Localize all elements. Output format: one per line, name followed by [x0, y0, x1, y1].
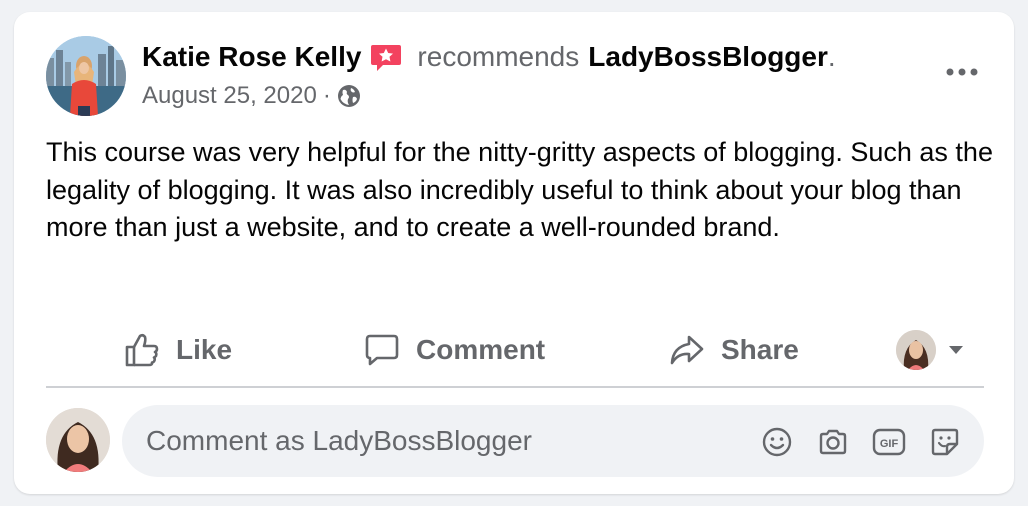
more-options-button[interactable]: [940, 50, 984, 94]
author-name[interactable]: Katie Rose Kelly: [142, 40, 361, 74]
comment-composer: GIF: [122, 405, 984, 477]
more-dots-icon: [946, 68, 978, 76]
gif-icon[interactable]: GIF: [872, 425, 906, 459]
comment-label: Comment: [416, 334, 546, 365]
share-label: Share: [721, 334, 799, 365]
sticker-icon[interactable]: [928, 425, 962, 459]
comment-button[interactable]: Comment: [364, 322, 545, 378]
globe-icon: [337, 84, 361, 108]
emoji-icon[interactable]: [760, 425, 794, 459]
selector-avatar: [896, 330, 936, 370]
svg-text:GIF: GIF: [880, 438, 899, 450]
author-avatar[interactable]: [46, 36, 126, 116]
meta-separator: ·: [322, 82, 331, 109]
header-text: Katie Rose Kelly recommends LadyBossBlog…: [142, 40, 924, 110]
trailing-period: .: [827, 41, 836, 72]
share-button[interactable]: Share: [669, 322, 799, 378]
camera-icon[interactable]: [816, 425, 850, 459]
post-card: Katie Rose Kelly recommends LadyBossBlog…: [14, 12, 1014, 494]
action-bar: Like Comment Share: [46, 322, 984, 378]
recommends-text: recommends: [417, 41, 580, 72]
share-arrow-icon: [670, 335, 704, 365]
thumbs-up-icon: [125, 333, 159, 367]
post-as-selector[interactable]: [896, 322, 980, 378]
commenter-avatar[interactable]: [46, 408, 110, 472]
chevron-down-icon: [949, 346, 963, 354]
page-name-link[interactable]: LadyBossBlogger: [588, 40, 828, 74]
divider: [46, 386, 984, 388]
post-meta: August 25, 2020 ·: [142, 82, 924, 110]
post-text: This course was very helpful for the nit…: [46, 137, 993, 242]
recommend-badge-icon: [369, 43, 403, 73]
like-button[interactable]: Like: [124, 322, 232, 378]
like-label: Like: [176, 334, 233, 365]
post-header: Katie Rose Kelly recommends LadyBossBlog…: [46, 36, 984, 116]
comment-bubble-icon: [365, 334, 399, 366]
comment-input[interactable]: [146, 405, 746, 477]
post-date[interactable]: August 25, 2020: [142, 82, 317, 110]
header-line: Katie Rose Kelly recommends LadyBossBlog…: [142, 40, 924, 74]
author-avatar-image: [46, 36, 126, 116]
